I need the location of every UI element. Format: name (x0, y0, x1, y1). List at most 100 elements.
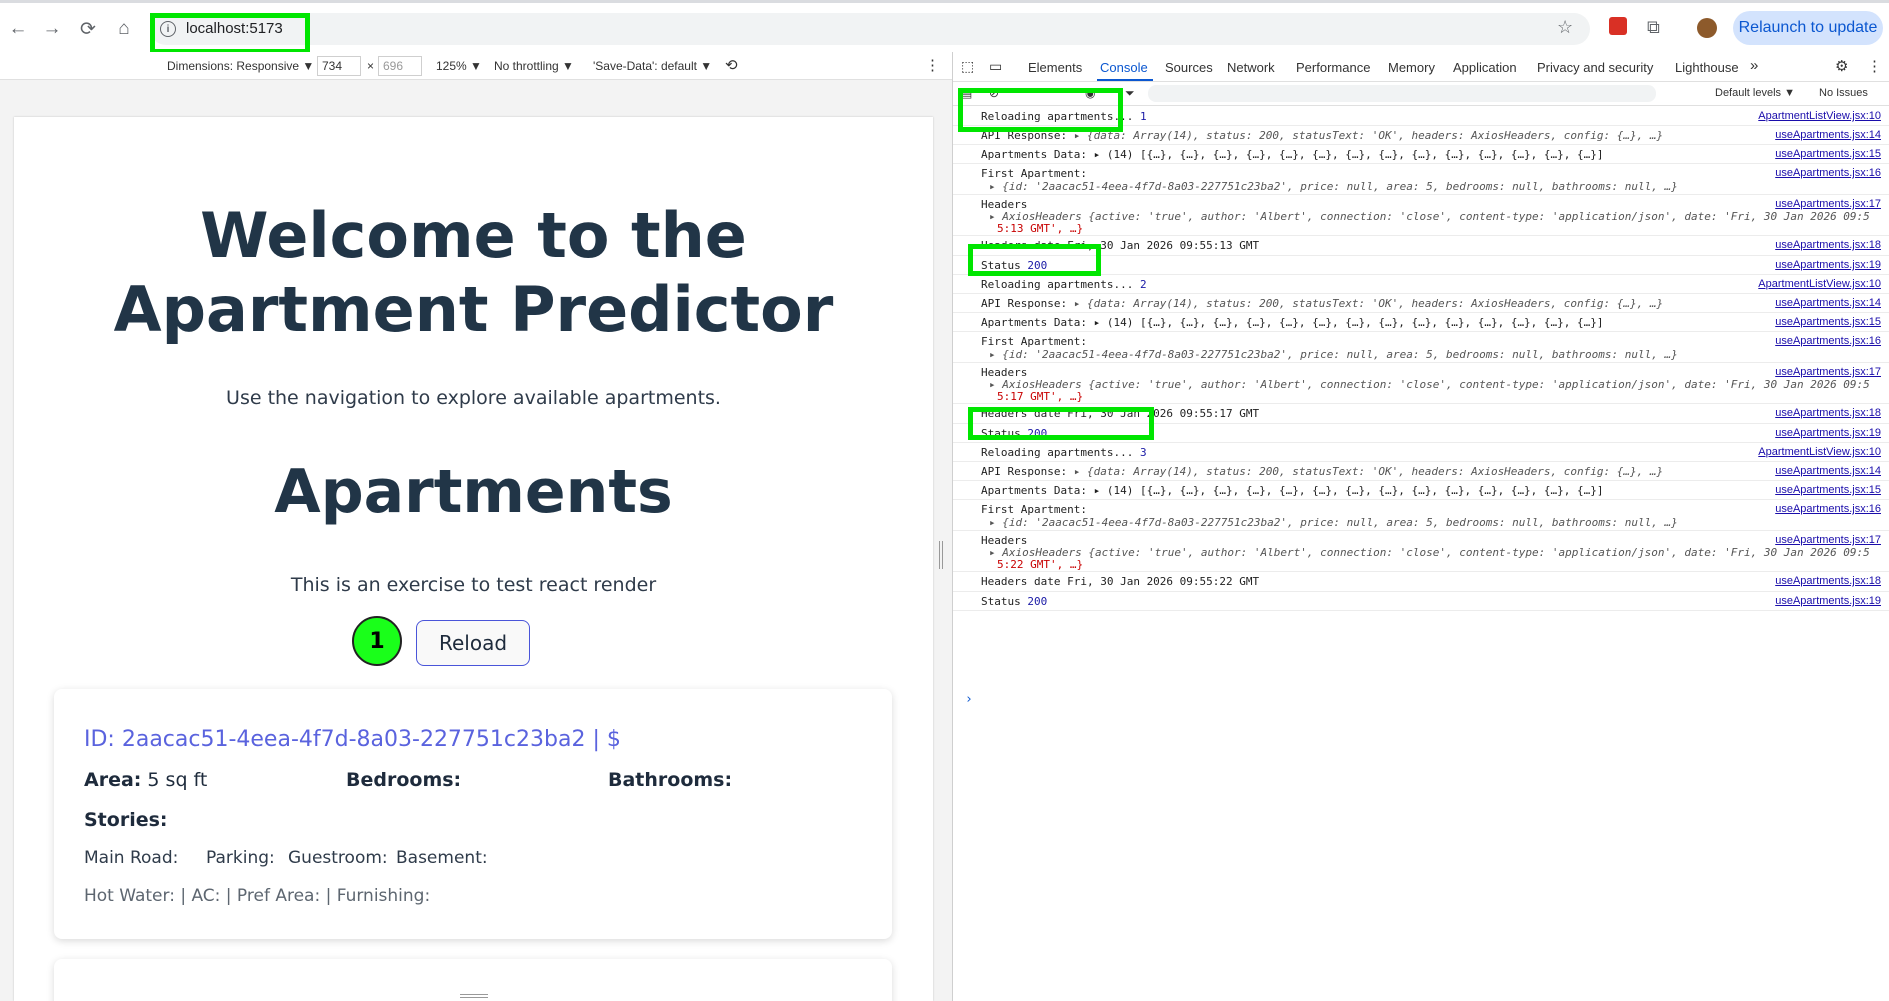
source-link[interactable]: useApartments.jsx:18 (1775, 239, 1881, 251)
save-data-select[interactable]: 'Save-Data': default ▼ (593, 59, 712, 73)
first-apartment-value[interactable]: ▸ {id: '2aacac51-4eea-4f7d-8a03-227751c2… (989, 180, 1678, 193)
default-levels-select[interactable]: Default levels ▼ (1715, 87, 1795, 99)
console-row[interactable]: API Response: ▸ {data: Array(14), status… (953, 462, 1889, 481)
first-apartment-value[interactable]: ▸ {id: '2aacac51-4eea-4f7d-8a03-227751c2… (989, 516, 1678, 529)
headers-value[interactable]: ▸ AxiosHeaders {active: 'true', author: … (989, 210, 1870, 223)
headers-tail: 5:22 GMT', …} (997, 558, 1084, 571)
tab-console[interactable]: Console (1100, 60, 1148, 75)
rotate-icon[interactable]: ⟲ (725, 56, 738, 74)
bookmark-star-icon[interactable]: ☆ (1557, 17, 1573, 38)
tab-lighthouse[interactable]: Lighthouse (1675, 60, 1739, 75)
source-link[interactable]: ApartmentListView.jsx:10 (1758, 110, 1881, 122)
source-link[interactable]: useApartments.jsx:17 (1775, 534, 1881, 546)
headers-value[interactable]: ▸ AxiosHeaders {active: 'true', author: … (989, 378, 1870, 391)
zoom-select[interactable]: 125% ▼ (436, 59, 482, 73)
source-link[interactable]: useApartments.jsx:14 (1775, 129, 1881, 141)
source-link[interactable]: useApartments.jsx:19 (1775, 595, 1881, 607)
relaunch-button[interactable]: Relaunch to update (1733, 11, 1883, 45)
headers-tail: 5:17 GMT', …} (997, 390, 1084, 403)
console-row[interactable]: Reloading apartments... 2 ApartmentListV… (953, 275, 1889, 294)
source-link[interactable]: useApartments.jsx:16 (1775, 167, 1881, 179)
extensions-puzzle-icon[interactable]: ⧉ (1647, 17, 1660, 38)
source-link[interactable]: useApartments.jsx:15 (1775, 316, 1881, 328)
tab-elements[interactable]: Elements (1028, 60, 1082, 75)
data-value[interactable]: ▸ (14) [{…}, {…}, {…}, {…}, {…}, {…}, {…… (1094, 484, 1604, 497)
data-value[interactable]: ▸ (14) [{…}, {…}, {…}, {…}, {…}, {…}, {…… (1094, 148, 1604, 161)
hero-subtitle: Use the navigation to explore available … (226, 387, 721, 409)
filter-icon[interactable]: ⏷ (1125, 86, 1135, 101)
inspect-icon[interactable]: ⬚ (961, 58, 974, 75)
console-message: Headers date Fri, 30 Jan 2026 09:55:22 G… (981, 575, 1260, 588)
source-link[interactable]: useApartments.jsx:19 (1775, 427, 1881, 439)
source-link[interactable]: useApartments.jsx:18 (1775, 575, 1881, 587)
back-icon[interactable]: ← (4, 15, 32, 43)
profile-avatar[interactable] (1697, 18, 1717, 38)
console-row[interactable]: Headers ▸ AxiosHeaders {active: 'true', … (953, 531, 1889, 572)
data-value[interactable]: ▸ (14) [{…}, {…}, {…}, {…}, {…}, {…}, {…… (1094, 316, 1604, 329)
first-apartment-value[interactable]: ▸ {id: '2aacac51-4eea-4f7d-8a03-227751c2… (989, 348, 1678, 361)
apartments-heading: Apartments (274, 457, 673, 527)
api-value[interactable]: ▸ {data: Array(14), status: 200, statusT… (1074, 465, 1663, 478)
console-row[interactable]: Headers ▸ AxiosHeaders {active: 'true', … (953, 363, 1889, 404)
source-link[interactable]: useApartments.jsx:14 (1775, 297, 1881, 309)
console-row[interactable]: Headers ▸ AxiosHeaders {active: 'true', … (953, 195, 1889, 236)
console-row[interactable]: Headers date Fri, 30 Jan 2026 09:55:22 G… (953, 572, 1889, 592)
tab-application[interactable]: Application (1453, 60, 1517, 75)
settings-gear-icon[interactable]: ⚙ (1835, 57, 1848, 75)
home-icon[interactable]: ⌂ (110, 15, 138, 43)
source-link[interactable]: ApartmentListView.jsx:10 (1758, 278, 1881, 290)
reload-button[interactable]: Reload (416, 620, 530, 666)
address-bar[interactable] (150, 13, 1590, 45)
console-row[interactable]: Apartments Data: ▸ (14) [{…}, {…}, {…}, … (953, 145, 1889, 164)
device-toggle-icon[interactable]: ▭ (989, 58, 1002, 75)
source-link[interactable]: useApartments.jsx:19 (1775, 259, 1881, 271)
width-input[interactable]: 734 (317, 56, 361, 76)
source-link[interactable]: useApartments.jsx:16 (1775, 503, 1881, 515)
source-link[interactable]: useApartments.jsx:15 (1775, 148, 1881, 160)
browser-toolbar: ← → ⟳ ⌂ i localhost:5173 ☆ ⧉ Relaunch to… (0, 0, 1889, 54)
source-link[interactable]: useApartments.jsx:17 (1775, 198, 1881, 210)
console-row[interactable]: Apartments Data: ▸ (14) [{…}, {…}, {…}, … (953, 313, 1889, 332)
issues-indicator[interactable]: No Issues (1819, 87, 1868, 99)
api-value[interactable]: ▸ {data: Array(14), status: 200, statusT… (1074, 297, 1663, 310)
api-value[interactable]: ▸ {data: Array(14), status: 200, statusT… (1074, 129, 1663, 142)
dimensions-select[interactable]: Dimensions: Responsive ▼ (167, 59, 314, 73)
more-options-icon[interactable]: ⋮ (925, 56, 940, 74)
console-prompt-icon[interactable]: › (965, 692, 973, 707)
reload-page-icon[interactable]: ⟳ (74, 15, 102, 43)
source-link[interactable]: ApartmentListView.jsx:10 (1758, 446, 1881, 458)
devtools-menu-icon[interactable]: ⋮ (1867, 57, 1882, 75)
forward-icon[interactable]: → (38, 15, 66, 43)
console-row[interactable]: First Apartment: ▸ {id: '2aacac51-4eea-4… (953, 500, 1889, 531)
console-row[interactable]: Apartments Data: ▸ (14) [{…}, {…}, {…}, … (953, 481, 1889, 500)
console-row[interactable]: API Response: ▸ {data: Array(14), status… (953, 294, 1889, 313)
data-label: Apartments Data: (981, 316, 1087, 329)
viewport-bottom-handle[interactable] (460, 994, 488, 998)
tab-privacy-security[interactable]: Privacy and security (1537, 60, 1653, 75)
source-link[interactable]: useApartments.jsx:14 (1775, 465, 1881, 477)
apartment-id[interactable]: ID: 2aacac51-4eea-4f7d-8a03-227751c23ba2… (84, 727, 621, 752)
console-row[interactable]: First Apartment: ▸ {id: '2aacac51-4eea-4… (953, 164, 1889, 195)
source-link[interactable]: useApartments.jsx:16 (1775, 335, 1881, 347)
console-row[interactable]: Status 200 useApartments.jsx:19 (953, 592, 1889, 611)
height-input[interactable]: 696 (378, 56, 422, 76)
tab-network[interactable]: Network (1227, 60, 1275, 75)
console-row[interactable]: Reloading apartments... 3 ApartmentListV… (953, 443, 1889, 462)
tab-memory[interactable]: Memory (1388, 60, 1435, 75)
apartment-card[interactable]: ID: 2aacac51-4eea-4f7d-8a03-227751c23ba2… (54, 689, 892, 939)
headers-value[interactable]: ▸ AxiosHeaders {active: 'true', author: … (989, 546, 1870, 559)
throttling-select[interactable]: No throttling ▼ (494, 59, 574, 73)
api-label: API Response: (981, 297, 1068, 310)
source-link[interactable]: useApartments.jsx:15 (1775, 484, 1881, 496)
source-link[interactable]: useApartments.jsx:17 (1775, 366, 1881, 378)
console-row[interactable]: First Apartment: ▸ {id: '2aacac51-4eea-4… (953, 332, 1889, 363)
source-link[interactable]: useApartments.jsx:18 (1775, 407, 1881, 419)
tab-sources[interactable]: Sources (1165, 60, 1213, 75)
console-output[interactable]: Reloading apartments... 1 ApartmentListV… (953, 88, 1889, 1001)
more-tabs-icon[interactable]: » (1750, 57, 1758, 74)
tab-performance[interactable]: Performance (1296, 60, 1370, 75)
viewport-resize-handle[interactable] (939, 541, 943, 569)
console-filter-input[interactable] (1148, 85, 1656, 102)
extension-icon[interactable] (1609, 17, 1627, 35)
bedrooms-label: Bedrooms: (346, 769, 462, 791)
